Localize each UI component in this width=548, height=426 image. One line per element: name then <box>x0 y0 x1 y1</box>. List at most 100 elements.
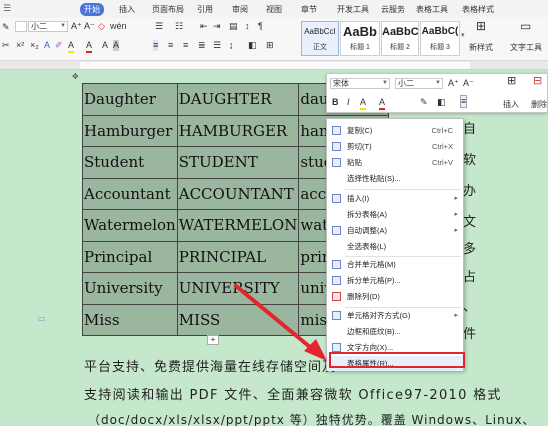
menu-item-cut[interactable]: 剪切(T) Ctrl+X <box>327 139 463 154</box>
chevron-down-icon[interactable]: ▼ <box>382 79 388 88</box>
table-cell[interactable]: DAUGHTER <box>176 83 300 116</box>
menu-item-borders-shading[interactable]: 边框和底纹(B)... <box>327 324 463 339</box>
format-painter-icon[interactable]: ✎ <box>2 22 10 33</box>
sort-icon[interactable]: ↕ <box>245 21 250 32</box>
menu-item-select-table[interactable]: 全选表格(L) <box>327 239 463 254</box>
tab-review[interactable]: 审阅 <box>228 3 252 16</box>
table-cell[interactable]: Miss <box>82 303 178 336</box>
table-cell[interactable]: Watermelon <box>82 209 178 242</box>
tab-table-style[interactable]: 表格样式 <box>458 3 498 16</box>
font-color-icon[interactable]: A <box>379 97 386 110</box>
decrease-indent-icon[interactable]: ⇤ <box>200 21 208 32</box>
border-icon[interactable]: ⊞ <box>266 40 274 51</box>
table-cell[interactable]: Principal <box>82 240 178 273</box>
new-style-button[interactable]: 新样式 <box>469 42 493 53</box>
chevron-down-icon[interactable]: ▼ <box>60 22 66 31</box>
table-cell[interactable]: HAMBURGER <box>176 114 300 147</box>
subscript-icon[interactable]: ×₂ <box>30 40 39 51</box>
justify-icon[interactable]: ≣ <box>198 40 206 51</box>
tab-developer[interactable]: 开发工具 <box>333 3 373 16</box>
shading-icon[interactable]: ◧ <box>437 97 446 108</box>
shading-icon[interactable]: ◧ <box>248 40 257 51</box>
align-icon[interactable]: ≡ <box>460 95 468 108</box>
cut-icon[interactable]: ✂ <box>2 40 10 51</box>
line-spacing-icon[interactable]: ↨ <box>229 40 234 51</box>
delete-table-icon[interactable]: ⊟ <box>533 76 542 87</box>
align-center-icon[interactable]: ≡ <box>168 40 173 51</box>
style-normal[interactable]: AaBbCcI 正文 <box>301 21 339 56</box>
tab-table-tools[interactable]: 表格工具 <box>412 3 452 16</box>
table-cell[interactable]: ACCOUNTANT <box>176 177 300 210</box>
table-cell[interactable]: Accountant <box>82 177 178 210</box>
table-cell[interactable]: MISS <box>176 303 300 336</box>
tab-view[interactable]: 视图 <box>262 3 286 16</box>
new-style-icon[interactable]: ⊞ <box>476 20 486 32</box>
highlight-icon[interactable]: A <box>360 97 367 110</box>
table-cell[interactable]: University <box>82 272 178 305</box>
add-row-icon[interactable]: + <box>207 335 219 345</box>
align-right-icon[interactable]: ≡ <box>183 40 188 51</box>
superscript-icon[interactable]: ×² <box>16 40 24 51</box>
shrink-font-icon[interactable]: A⁻ <box>84 21 95 32</box>
menu-item-split-cells[interactable]: 拆分单元格(P)... <box>327 273 463 288</box>
menu-item-cell-alignment[interactable]: 单元格对齐方式(G) ▸ <box>327 308 463 323</box>
align-left-icon[interactable]: ≡ <box>153 40 159 51</box>
style-heading-2[interactable]: AaBbC 标题 2 <box>381 21 419 56</box>
text-tools-button[interactable]: 文字工具 <box>510 42 542 53</box>
increase-indent-icon[interactable]: ⇥ <box>213 21 221 32</box>
tab-insert[interactable]: 插入 <box>115 3 139 16</box>
mini-insert-button[interactable]: 插入 <box>503 99 519 110</box>
font-color-icon[interactable]: A <box>86 40 93 53</box>
text-tools-icon[interactable]: ▭ <box>520 20 531 32</box>
style-heading-1[interactable]: AaBb 标题 1 <box>340 21 380 56</box>
tab-start[interactable]: 开始 <box>80 3 104 16</box>
table-cell[interactable]: UNIVERSITY <box>176 272 300 305</box>
insert-table-icon[interactable]: ⊞ <box>507 76 516 87</box>
change-case-icon[interactable]: wén <box>110 21 127 32</box>
table-move-handle-icon[interactable]: ✥ <box>72 71 79 82</box>
distribute-icon[interactable]: ☰ <box>213 40 221 51</box>
grow-font-icon[interactable]: A⁺ <box>71 21 82 32</box>
menu-item-delete-column[interactable]: 删除列(D) <box>327 289 463 304</box>
menu-item-paste[interactable]: 粘贴 Ctrl+V <box>327 155 463 170</box>
menu-item-paste-special[interactable]: 选择性粘贴(S)... <box>327 171 463 186</box>
menu-icon[interactable]: ☰ <box>3 3 11 14</box>
tab-references[interactable]: 引用 <box>193 3 217 16</box>
chevron-down-icon[interactable]: ▼ <box>435 79 441 88</box>
pen-icon[interactable]: ✐ <box>55 40 63 51</box>
menu-item-insert[interactable]: 插入(I) ▸ <box>327 191 463 206</box>
menu-item-autofit[interactable]: 自动调整(A) ▸ <box>327 223 463 238</box>
tab-chapter[interactable]: 章节 <box>297 3 321 16</box>
highlight-icon[interactable]: A <box>68 40 75 53</box>
menu-item-merge-cells[interactable]: 合并单元格(M) <box>327 257 463 272</box>
mini-delete-button[interactable]: 删除 <box>531 99 547 110</box>
mini-size-combo[interactable]: 小二 ▼ <box>395 78 443 89</box>
bullet-list-icon[interactable]: ☰ <box>155 21 163 32</box>
format-painter-icon[interactable]: ✎ <box>420 97 428 108</box>
grow-font-icon[interactable]: A⁺ <box>448 78 459 89</box>
italic-icon[interactable]: I <box>347 97 350 108</box>
table-cell[interactable]: PRINCIPAL <box>176 240 300 273</box>
show-marks-icon[interactable]: ¶ <box>258 21 263 32</box>
horizontal-ruler[interactable] <box>0 61 548 70</box>
menu-item-copy[interactable]: 复制(C) Ctrl+C <box>327 123 463 138</box>
tab-cloud[interactable]: 云服务 <box>377 3 409 16</box>
table-cell[interactable]: Daughter <box>82 83 178 116</box>
style-heading-3[interactable]: AaBbC( 标题 3 <box>420 21 460 56</box>
style-gallery-scroll-icon[interactable]: ▾ <box>461 30 465 41</box>
text-effect-icon[interactable]: A <box>44 40 50 51</box>
bold-icon[interactable]: B <box>332 97 339 108</box>
font-size-combo[interactable]: 小二 ▼ <box>28 21 68 32</box>
table-cell[interactable]: STUDENT <box>176 146 300 179</box>
menu-item-split-table[interactable]: 拆分表格(A) ▸ <box>327 207 463 222</box>
shrink-font-icon[interactable]: A⁻ <box>463 78 474 89</box>
numbered-list-icon[interactable]: ☷ <box>175 21 183 32</box>
char-shading-icon[interactable]: A <box>113 40 120 51</box>
table-cell[interactable]: Hamburger <box>82 114 178 147</box>
chinese-layout-icon[interactable]: ▤ <box>229 21 238 32</box>
clear-format-icon[interactable]: ◇ <box>98 21 105 32</box>
font-name-combo[interactable] <box>15 21 27 32</box>
table-cell[interactable]: Student <box>82 146 178 179</box>
table-cell[interactable]: WATERMELON <box>176 209 300 242</box>
char-border-icon[interactable]: A <box>102 40 108 51</box>
